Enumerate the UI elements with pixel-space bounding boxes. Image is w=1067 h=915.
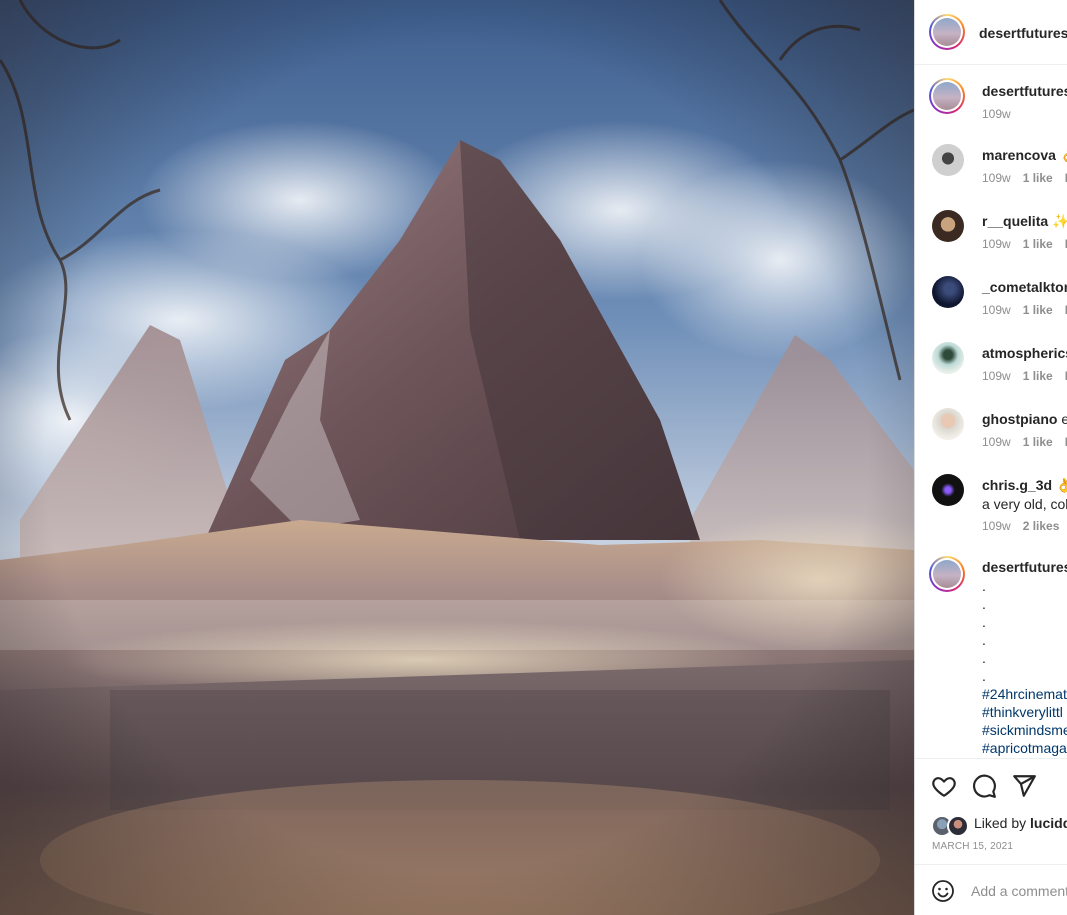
- dot-line: .: [982, 650, 986, 666]
- comment-likes[interactable]: 1 like: [1023, 435, 1053, 449]
- commenter-username[interactable]: ghostpiano: [982, 411, 1057, 427]
- commenter-avatar[interactable]: [932, 408, 964, 440]
- hashtag-link[interactable]: #sickmindsme: [982, 721, 1067, 739]
- liker-avatar[interactable]: [947, 815, 969, 837]
- comment-meta: 109w1 likeR: [982, 303, 1067, 317]
- heart-icon: [932, 777, 956, 797]
- author-avatar[interactable]: [929, 556, 965, 592]
- landscape-artwork: [0, 0, 914, 915]
- commenter-username[interactable]: _cometalktom: [982, 279, 1067, 295]
- comment-time[interactable]: 109w: [982, 369, 1011, 383]
- caption-time[interactable]: 109w: [982, 107, 1011, 121]
- post-sidebar: desertfutures desertfutures 109w marenco…: [914, 0, 1067, 915]
- post-date[interactable]: MARCH 15, 2021: [932, 841, 1013, 852]
- share-icon: [1013, 775, 1036, 797]
- comment-text: 👌: [1056, 477, 1067, 493]
- commenter-avatar[interactable]: [932, 144, 964, 176]
- commenter-avatar[interactable]: [932, 474, 964, 506]
- hashtag-link[interactable]: #apricotmaga: [982, 739, 1067, 757]
- comment-time[interactable]: 109w: [982, 435, 1011, 449]
- comment-time[interactable]: 109w: [982, 171, 1011, 185]
- comment-time[interactable]: 109w: [982, 519, 1011, 533]
- commenter-username[interactable]: atmospherics: [982, 345, 1067, 361]
- caption-username[interactable]: desertfutures: [982, 83, 1067, 99]
- comment-text: 👌: [1060, 147, 1067, 163]
- comment-meta: 109w1 likeR: [982, 237, 1067, 251]
- comment-body: a very old, col: [982, 496, 1067, 512]
- comment-line: r__quelita ✨: [982, 213, 1067, 230]
- share-button[interactable]: [1011, 773, 1037, 799]
- post-actions: Liked by lucidd MARCH 15, 2021: [915, 758, 1067, 865]
- add-comment-bar: [915, 864, 1067, 915]
- post-header: desertfutures: [915, 0, 1067, 65]
- comment-line: chris.g_3d 👌: [982, 477, 1067, 494]
- comment-meta: 109w1 likeR: [982, 435, 1067, 449]
- commenter-username[interactable]: marencova: [982, 147, 1056, 163]
- comment-likes[interactable]: 1 like: [1023, 237, 1053, 251]
- author-username[interactable]: desertfutures: [979, 25, 1067, 41]
- comment-likes[interactable]: 1 like: [1023, 369, 1053, 383]
- comment-username[interactable]: desertfutures: [982, 559, 1067, 575]
- liked-by: Liked by lucidd: [974, 815, 1067, 831]
- dot-line: .: [982, 596, 986, 612]
- dot-line: .: [982, 614, 986, 630]
- comment-input[interactable]: [971, 879, 1067, 903]
- post-image[interactable]: [0, 0, 914, 915]
- comment-line: ghostpiano e: [982, 411, 1067, 427]
- caption-dots: . . . . . . #24hrcinemat #thinkverylittl…: [982, 577, 1067, 757]
- commenter-username[interactable]: r__quelita: [982, 213, 1048, 229]
- commenter-username[interactable]: chris.g_3d: [982, 477, 1052, 493]
- hashtag-link[interactable]: #thinkverylittl: [982, 703, 1067, 721]
- hashtag-link[interactable]: #24hrcinemat: [982, 685, 1067, 703]
- commenter-avatar[interactable]: [932, 210, 964, 242]
- dot-line: .: [982, 668, 986, 684]
- comment-time[interactable]: 109w: [982, 303, 1011, 317]
- dot-line: .: [982, 578, 986, 594]
- commenter-avatar[interactable]: [932, 342, 964, 374]
- comment-meta: 109w1 likeR: [982, 171, 1067, 185]
- liked-by-user[interactable]: lucidd: [1030, 815, 1067, 831]
- comment-icon: [973, 774, 996, 798]
- emoji-icon: [932, 880, 954, 902]
- comment-meta: 109w1 likeR: [982, 369, 1067, 383]
- comment-time[interactable]: 109w: [982, 237, 1011, 251]
- comment-likes[interactable]: 2 likes: [1023, 519, 1060, 533]
- comment-text: e: [1061, 411, 1067, 427]
- comment-line: atmospherics: [982, 345, 1067, 361]
- author-avatar[interactable]: [929, 14, 965, 50]
- comment-meta: 109w 2 likes: [982, 519, 1067, 533]
- like-button[interactable]: [931, 773, 957, 799]
- comment-line: _cometalktom: [982, 279, 1067, 295]
- comment-text: ✨: [1052, 213, 1067, 229]
- comment-button[interactable]: [971, 773, 997, 799]
- comments-list[interactable]: desertfutures 109w marencova 👌 109w 1 lik…: [915, 65, 1067, 758]
- dot-line: .: [982, 632, 986, 648]
- comment-likes[interactable]: 1 like: [1023, 171, 1053, 185]
- liked-by-prefix: Liked by: [974, 815, 1027, 831]
- caption-avatar[interactable]: [929, 78, 965, 114]
- comment-likes[interactable]: 1 like: [1023, 303, 1053, 317]
- emoji-button[interactable]: [931, 879, 955, 903]
- commenter-avatar[interactable]: [932, 276, 964, 308]
- comment-line: marencova 👌: [982, 147, 1067, 164]
